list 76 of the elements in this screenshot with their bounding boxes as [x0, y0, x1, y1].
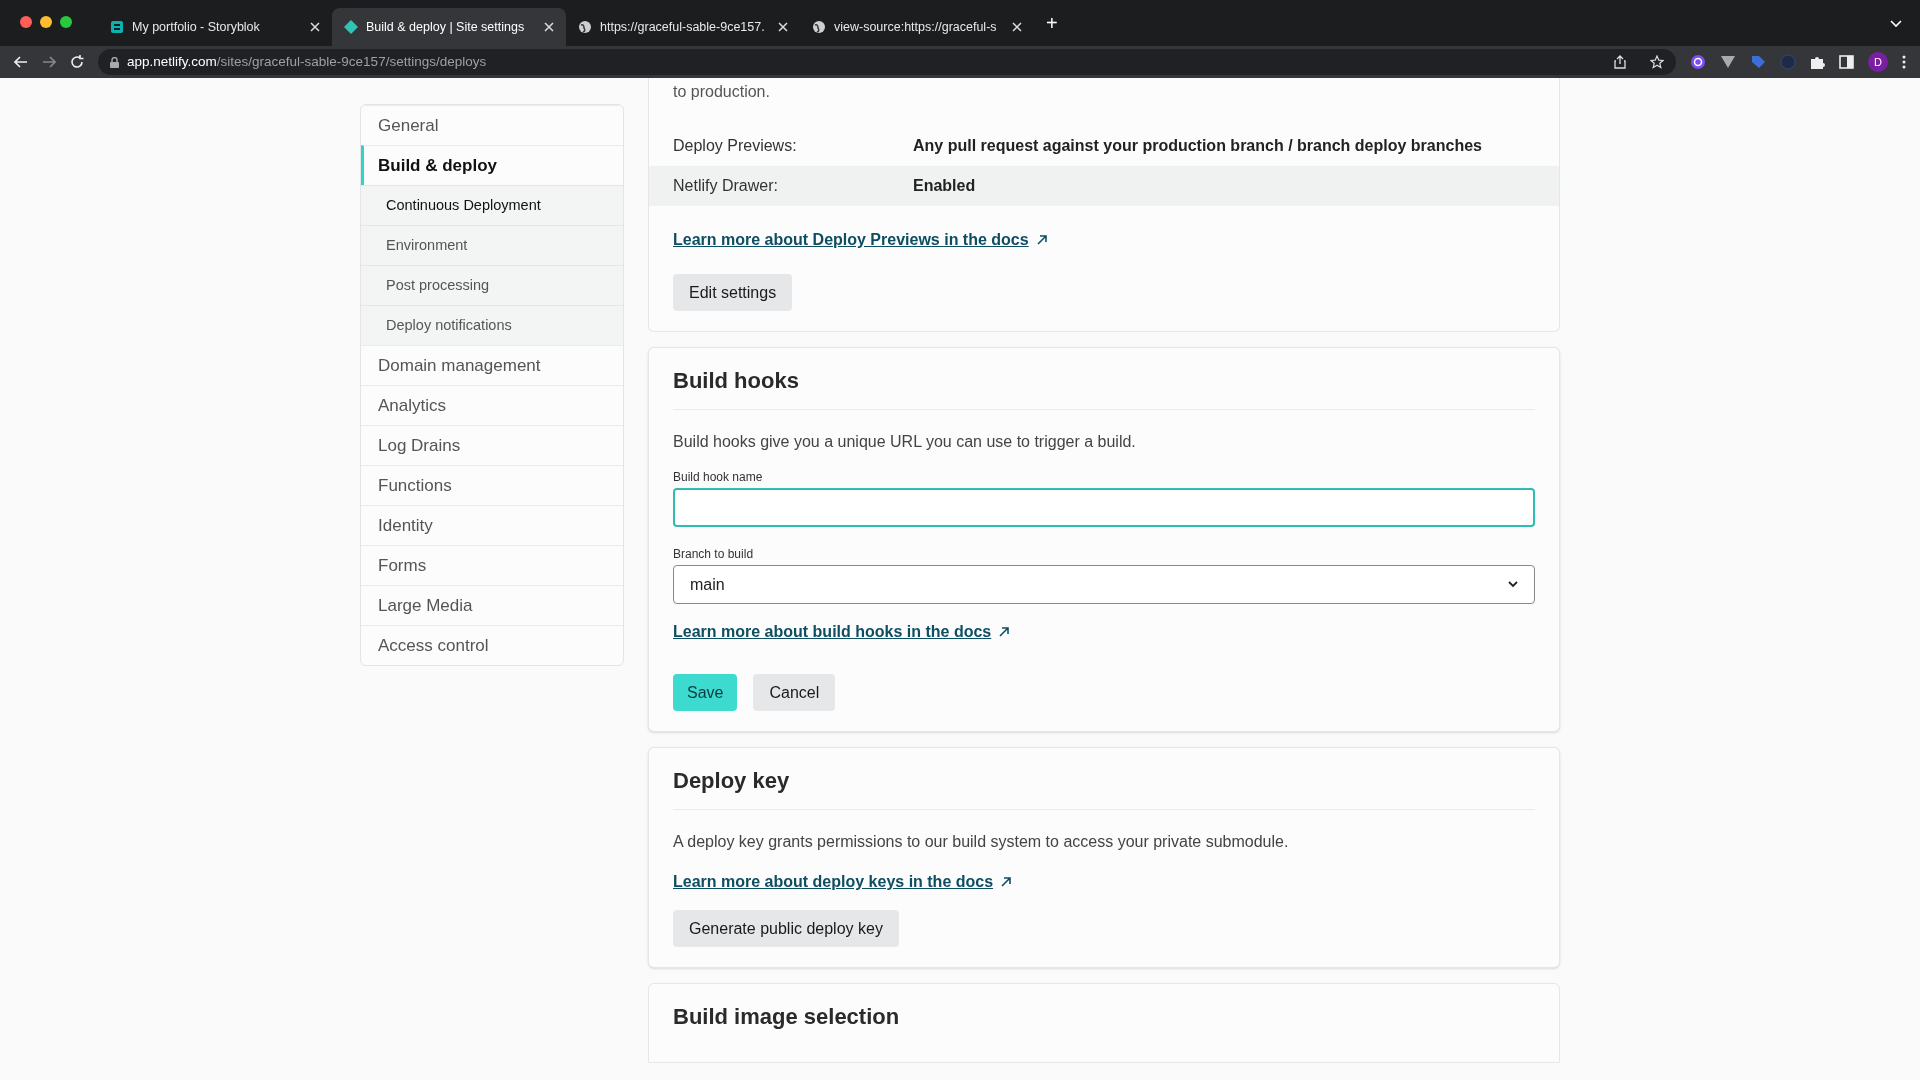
intro-text: to production.	[673, 82, 771, 102]
sidebar-item[interactable]: Large Media	[361, 585, 623, 625]
tab-title: My portfolio - Storyblok	[132, 18, 261, 36]
sidebar-item[interactable]: Identity	[361, 505, 623, 545]
address-bar[interactable]: app.netlify.com/sites/graceful-sable-9ce157/settings/deploys	[98, 49, 1676, 75]
docs-link[interactable]: Learn more about Deploy Previews in the docs	[673, 228, 1047, 252]
section-title: Build hooks	[673, 367, 800, 395]
secondary-button[interactable]: Cancel	[753, 674, 836, 711]
forward-icon	[42, 56, 56, 68]
chevron-down-icon	[1508, 581, 1518, 588]
puzzle-icon	[1810, 54, 1825, 70]
close-icon	[778, 22, 788, 32]
tab-title: Build & deploy | Site settings	[366, 18, 526, 36]
sidebar-item[interactable]: Analytics	[361, 385, 623, 425]
browser-tab[interactable]: My portfolio - Storyblok	[98, 8, 332, 46]
sidebar-item[interactable]: Access control	[361, 625, 623, 665]
setting-value: Any pull request against your production branch / branch deploy branches	[913, 136, 1482, 156]
minimize-window-icon	[40, 16, 52, 28]
arrow-up-right-icon	[1001, 877, 1012, 887]
docs-link[interactable]: Learn more about deploy keys in the docs	[673, 870, 1012, 894]
field-label: Build hook name	[673, 469, 764, 486]
arrow-up-right-icon	[1036, 235, 1047, 245]
close-icon	[1012, 22, 1022, 32]
close-window-icon	[20, 16, 32, 28]
reload-icon	[70, 55, 84, 69]
sidebar-item[interactable]: Domain management	[361, 345, 623, 385]
sidebar-subitem[interactable]: Post processing	[361, 265, 623, 305]
secondary-button[interactable]: Generate public deploy key	[673, 910, 899, 947]
field-label: Branch to build	[673, 546, 755, 563]
branch-dropdown[interactable]: main	[673, 565, 1535, 604]
sidebar-subitem[interactable]: Deploy notifications	[361, 305, 623, 345]
maximize-window-icon	[60, 16, 72, 28]
profile-avatar[interactable]: D	[1868, 52, 1888, 72]
tab-title: https://graceful-sable-9ce157.	[600, 18, 766, 36]
star-icon	[1650, 55, 1664, 69]
setting-value: Enabled	[913, 176, 976, 196]
new-tab-button[interactable]: +	[1046, 8, 1058, 38]
storyblok-icon	[110, 20, 124, 34]
lock-icon	[110, 56, 119, 68]
secondary-button[interactable]: Edit settings	[673, 274, 793, 311]
sidebar-item[interactable]: Functions	[361, 465, 623, 505]
description-text: A deploy key grants permissions to our build system to access your private submodule.	[673, 832, 1290, 852]
section-title: Build image selection	[673, 1003, 901, 1031]
url-host: app.netlify.com	[127, 52, 217, 71]
browser-tab[interactable]: Build & deploy | Site settings	[332, 8, 566, 46]
docs-link[interactable]: Learn more about build hooks in the docs	[673, 620, 1010, 644]
browser-tab[interactable]: https://graceful-sable-9ce157.	[566, 8, 800, 46]
tag-icon	[1750, 54, 1766, 70]
extension-icon	[1690, 54, 1706, 70]
circle-icon	[1780, 54, 1796, 70]
tab-title: view-source:https://graceful-s	[834, 18, 998, 36]
back-icon	[14, 56, 28, 68]
close-icon	[310, 22, 320, 32]
close-icon	[544, 22, 554, 32]
globe-icon	[812, 20, 826, 34]
section-title: Deploy key	[673, 767, 791, 795]
diamond-icon	[344, 20, 358, 34]
triangle-icon	[1720, 55, 1736, 69]
text-field[interactable]	[673, 488, 1535, 527]
more-icon	[1902, 55, 1906, 69]
description-text: Build hooks give you a unique URL you can use to trigger a build.	[673, 432, 1137, 452]
chevron-down-icon	[1890, 20, 1902, 28]
sidebar-item[interactable]: Forms	[361, 545, 623, 585]
setting-label: Deploy Previews:	[673, 136, 798, 156]
sidebar-subitem[interactable]: Environment	[361, 225, 623, 265]
sidebar-subitem[interactable]: Continuous Deployment	[361, 185, 623, 225]
url-path: /sites/graceful-sable-9ce157/settings/deploys	[216, 52, 487, 71]
share-icon	[1614, 55, 1626, 69]
side-panel-icon	[1839, 55, 1854, 69]
sidebar-item[interactable]: General	[361, 105, 623, 145]
globe-icon	[578, 20, 592, 34]
browser-tab[interactable]: view-source:https://graceful-s	[800, 8, 1034, 46]
setting-label: Netlify Drawer:	[673, 176, 779, 196]
save-button[interactable]: Save	[673, 674, 738, 711]
arrow-up-right-icon	[999, 627, 1010, 637]
sidebar-item[interactable]: Log Drains	[361, 425, 623, 465]
